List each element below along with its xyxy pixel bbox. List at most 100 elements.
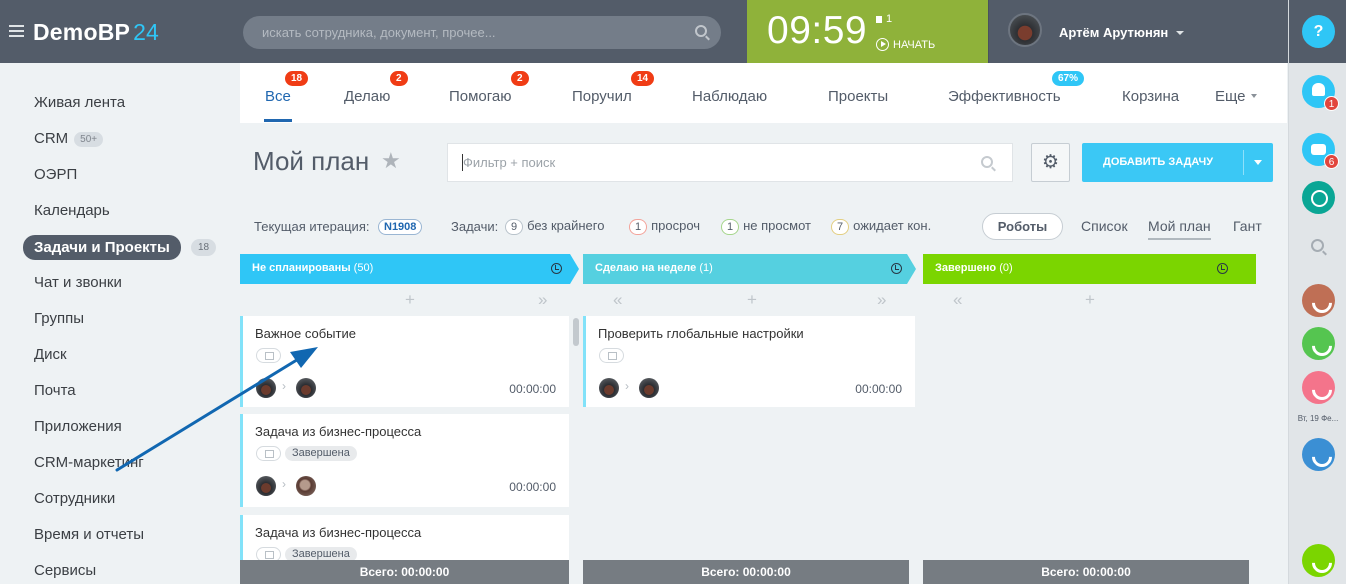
sidebar-item-disk[interactable]: Диск (34, 346, 67, 363)
view-my-plan[interactable]: Мой план (1148, 218, 1211, 240)
tab-all[interactable]: Все (265, 88, 291, 105)
add-card-plus-icon[interactable]: + (405, 290, 415, 310)
move-right-icon[interactable]: » (538, 290, 547, 310)
tab-assigned[interactable]: Поручил (572, 88, 632, 105)
notifications-bell-icon[interactable]: 1 (1302, 75, 1339, 111)
column-scrollbar[interactable] (573, 318, 579, 346)
robots-button[interactable]: Роботы (982, 213, 1063, 240)
bot-icon[interactable]: 6 (1302, 133, 1339, 169)
move-left-icon[interactable]: « (953, 290, 962, 310)
user-avatar[interactable] (1008, 13, 1042, 47)
chevron-right-icon: › (282, 477, 286, 491)
counter-overdue[interactable]: 1 просроч (629, 218, 700, 235)
sidebar-item-apps[interactable]: Приложения (34, 418, 122, 435)
sidebar-item-feed[interactable]: Живая лента (34, 94, 125, 111)
sidebar-item-calendar[interactable]: Календарь (34, 202, 110, 219)
tab-label: Делаю (344, 88, 391, 105)
add-task-button[interactable]: ДОБАВИТЬ ЗАДАЧУ (1082, 143, 1273, 182)
column-header-tip (570, 254, 579, 284)
open-lines-chat-icon[interactable] (1302, 181, 1335, 214)
column-total: Всего: 00:00:00 (583, 560, 909, 584)
contacts-search-icon[interactable] (1311, 239, 1324, 252)
column-header[interactable]: Завершено (0) (923, 254, 1256, 284)
task-title[interactable]: Проверить глобальные настройки (598, 326, 804, 341)
sidebar-item-tasks[interactable]: Задачи и Проекты (23, 235, 181, 260)
flag-count: 1 (886, 13, 893, 25)
calendar-icon[interactable] (599, 348, 624, 363)
filter-search-input[interactable]: Фильтр + поиск (447, 143, 1013, 182)
tab-label: Корзина (1122, 88, 1180, 105)
tab-doing[interactable]: Делаю (344, 88, 390, 105)
chevron-down-icon[interactable] (1254, 160, 1262, 165)
start-workday-button[interactable]: НАЧАТЬ (876, 38, 935, 51)
user-menu[interactable]: Артём Арутюнян (988, 0, 1288, 63)
tasks-label-text: Задачи: (451, 219, 499, 234)
column-header[interactable]: Сделаю на неделе (1) (583, 254, 907, 284)
sidebar-item-crm[interactable]: CRM 50+ (34, 130, 104, 147)
phone-call-icon[interactable] (1302, 284, 1335, 317)
help-button[interactable]: ? (1302, 15, 1335, 48)
task-card[interactable]: Проверить глобальные настройки › 00:00:0… (583, 316, 915, 407)
counter-waiting[interactable]: 7 ожидает кон. (831, 218, 931, 235)
tab-projects[interactable]: Проекты (828, 88, 888, 105)
workday-clock[interactable]: 09:59 1 НАЧАТЬ (747, 0, 988, 63)
clock-time: 09:59 (767, 9, 868, 52)
creator-avatar[interactable] (599, 378, 619, 398)
counter-pill: 1 (721, 219, 740, 235)
tab-trash[interactable]: Корзина (1122, 88, 1179, 105)
logo-number: 24 (133, 19, 160, 45)
sidebar-item-label: Календарь (34, 202, 110, 219)
counter-unseen[interactable]: 1 не просмот (721, 218, 811, 235)
view-gantt[interactable]: Гант (1233, 218, 1262, 234)
status-badge: Завершена (285, 446, 357, 461)
responsible-avatar[interactable] (296, 476, 316, 496)
sidebar-item-time-reports[interactable]: Время и отчеты (34, 526, 144, 543)
add-card-plus-icon[interactable]: + (747, 290, 757, 310)
add-card-plus-icon[interactable]: + (1085, 290, 1095, 310)
counter-label: ожидает кон. (853, 218, 932, 233)
move-right-icon[interactable]: » (877, 290, 886, 310)
flag-counter[interactable]: 1 (876, 13, 892, 25)
settings-gear-icon[interactable]: ⚙ (1031, 143, 1070, 182)
tab-more[interactable]: Еще (1215, 88, 1257, 105)
responsible-avatar[interactable] (639, 378, 659, 398)
creator-avatar[interactable] (256, 476, 276, 496)
logo[interactable]: DemoBP 24 (33, 19, 159, 46)
counter-no-deadline[interactable]: 9 без крайнего (505, 218, 604, 235)
sidebar-item-oerp[interactable]: ОЭРП (34, 166, 77, 183)
sidebar-item-services[interactable]: Сервисы (34, 562, 96, 579)
phone-call-icon[interactable] (1302, 544, 1335, 577)
sidebar-item-crm-marketing[interactable]: CRM-маркетинг (34, 454, 144, 471)
phone-call-icon[interactable] (1302, 371, 1335, 404)
sidebar-item-chat[interactable]: Чат и звонки (34, 274, 122, 291)
calendar-icon[interactable] (256, 446, 281, 461)
kanban-column-this-week: Сделаю на неделе (1) « + » (583, 254, 916, 584)
task-card[interactable]: Задача из бизнес-процесса Завершена › 00… (240, 414, 569, 507)
tab-badge: 67% (1052, 71, 1085, 86)
tab-watching[interactable]: Наблюдаю (692, 88, 767, 105)
tab-efficiency[interactable]: Эффективность (948, 88, 1061, 105)
calendar-icon[interactable] (256, 348, 281, 363)
creator-avatar[interactable] (256, 378, 276, 398)
task-title[interactable]: Важное событие (255, 326, 356, 341)
sidebar-item-employees[interactable]: Сотрудники (34, 490, 115, 507)
task-title[interactable]: Задача из бизнес-процесса (255, 424, 421, 439)
phone-call-icon[interactable] (1302, 327, 1335, 360)
start-label: НАЧАТЬ (893, 39, 936, 51)
sidebar-item-groups[interactable]: Группы (34, 310, 84, 327)
menu-burger-icon[interactable] (9, 25, 24, 40)
tab-badge: 2 (390, 71, 408, 86)
sidebar-item-mail[interactable]: Почта (34, 382, 76, 399)
view-list[interactable]: Список (1081, 218, 1128, 234)
move-left-icon[interactable]: « (613, 290, 622, 310)
responsible-avatar[interactable] (296, 378, 316, 398)
phone-call-icon[interactable] (1302, 438, 1335, 471)
iteration-id[interactable]: N1908 (378, 218, 426, 235)
tab-helping[interactable]: Помогаю (449, 88, 512, 105)
task-title[interactable]: Задача из бизнес-процесса (255, 525, 421, 540)
favorite-star-icon[interactable]: ★ (381, 148, 401, 174)
tab-label: Еще (1215, 88, 1246, 105)
task-card[interactable]: Важное событие › 00:00:00 (240, 316, 569, 407)
column-header[interactable]: Не спланированы (50) (240, 254, 570, 284)
global-search-input[interactable]: искать сотрудника, документ, прочее... (243, 16, 721, 49)
